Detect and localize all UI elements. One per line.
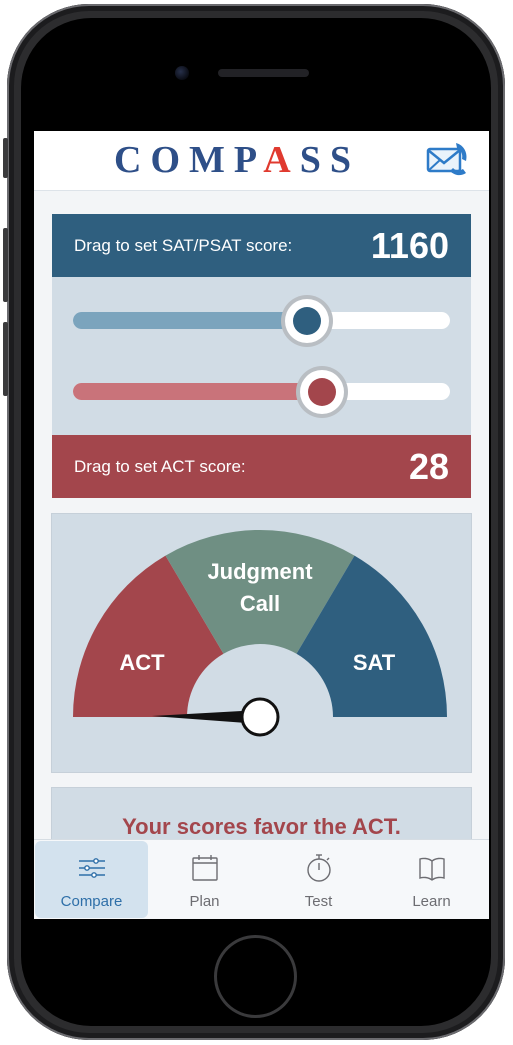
app-screen: COMPASS Drag to set SAT/PSAT score: 1160… bbox=[34, 131, 489, 919]
act-slider-track[interactable] bbox=[73, 383, 450, 400]
tab-learn-label: Learn bbox=[412, 893, 451, 910]
gauge-label-judgment-line1: Judgment bbox=[207, 559, 313, 584]
sat-score-label: Drag to set SAT/PSAT score: bbox=[74, 236, 293, 255]
gauge-svg: ACT Judgment Call SAT bbox=[73, 529, 447, 737]
calendar-icon bbox=[192, 855, 218, 881]
act-score-label: Drag to set ACT score: bbox=[74, 457, 246, 476]
sat-score-bar: Drag to set SAT/PSAT score: 1160 bbox=[52, 214, 471, 277]
score-sliders bbox=[52, 277, 471, 435]
gauge-label-judgment-line2: Call bbox=[240, 591, 280, 616]
stopwatch-icon bbox=[307, 854, 331, 882]
act-score-value: 28 bbox=[408, 446, 449, 487]
sat-slider-track[interactable] bbox=[73, 312, 450, 329]
front-camera bbox=[175, 66, 189, 80]
tab-bar: Compare Plan Test Learn bbox=[34, 839, 489, 919]
tab-plan-label: Plan bbox=[189, 893, 220, 910]
tab-compare-label: Compare bbox=[60, 893, 123, 910]
act-thumb-dot bbox=[307, 378, 336, 406]
sat-slider-thumb[interactable] bbox=[284, 299, 329, 343]
tab-plan[interactable]: Plan bbox=[148, 841, 261, 918]
earpiece-speaker bbox=[218, 69, 309, 77]
tab-test-label: Test bbox=[304, 893, 333, 910]
gauge-label-sat: SAT bbox=[353, 650, 396, 675]
tab-learn[interactable]: Learn bbox=[375, 841, 488, 918]
comparison-gauge: ACT Judgment Call SAT bbox=[52, 514, 471, 772]
gauge-needle-pivot bbox=[240, 697, 280, 737]
act-slider-thumb[interactable] bbox=[299, 370, 344, 414]
sliders-icon bbox=[79, 858, 105, 878]
app-header: COMPASS bbox=[34, 131, 489, 191]
sat-thumb-dot bbox=[292, 307, 321, 335]
sat-score-value: 1160 bbox=[370, 225, 449, 266]
mute-switch bbox=[3, 138, 8, 178]
gauge-label-act: ACT bbox=[119, 650, 165, 675]
volume-down-button bbox=[3, 322, 8, 396]
act-slider-fill bbox=[73, 383, 322, 400]
tab-test[interactable]: Test bbox=[262, 841, 375, 918]
compass-logo: COMPASS bbox=[114, 139, 360, 181]
envelope-phone-icon[interactable] bbox=[426, 141, 470, 179]
book-icon bbox=[419, 857, 445, 881]
sat-slider-fill bbox=[73, 312, 307, 329]
home-button[interactable] bbox=[217, 938, 294, 1015]
act-score-bar: Drag to set ACT score: 28 bbox=[52, 435, 471, 498]
volume-up-button bbox=[3, 228, 8, 302]
result-message: Your scores favor the ACT. bbox=[122, 814, 401, 839]
tab-compare[interactable]: Compare bbox=[35, 841, 148, 918]
